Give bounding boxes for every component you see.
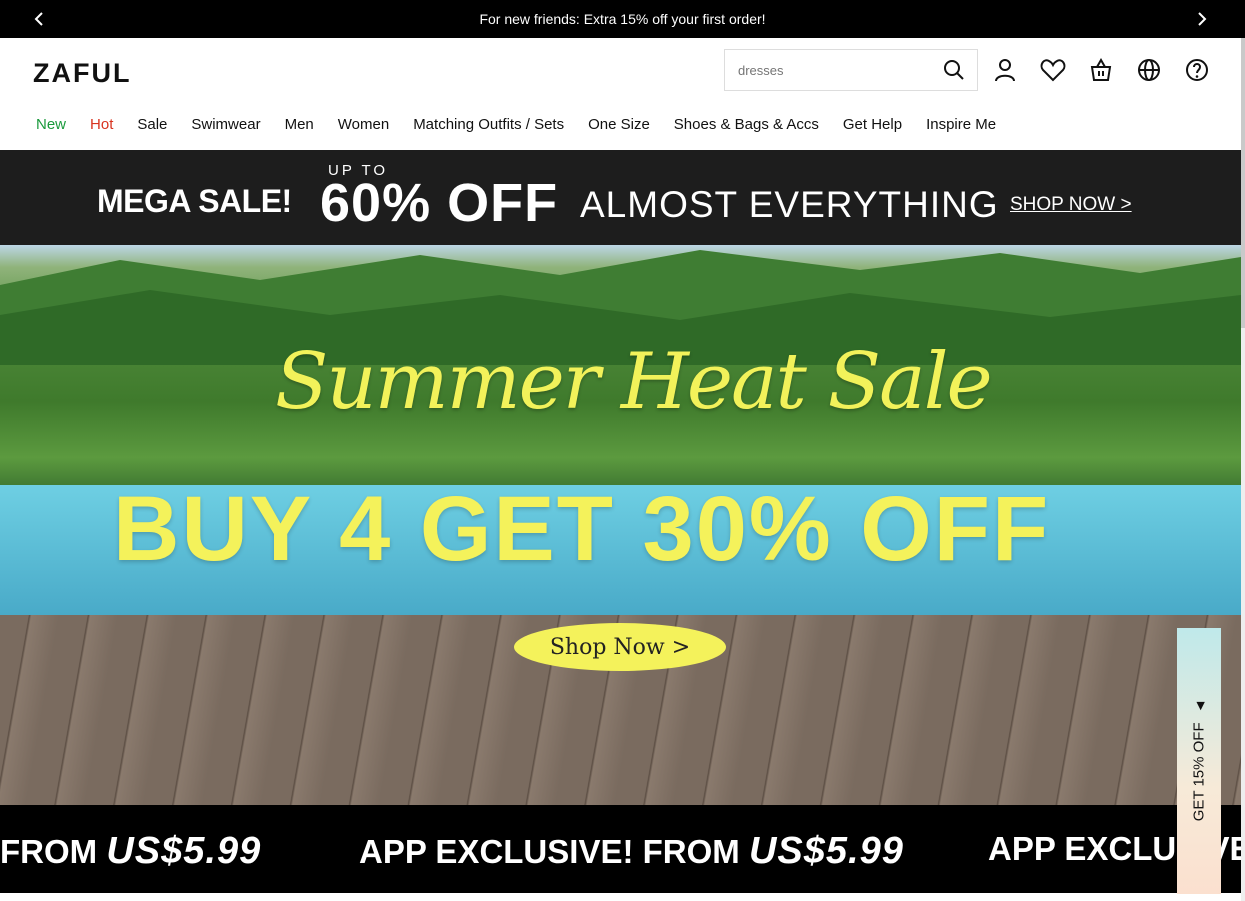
triangle-right-icon: ◀ <box>1194 701 1207 710</box>
site-header: ZAFUL New Hot Sale Swimwear Men Women Ma… <box>0 38 1245 150</box>
help-icon[interactable] <box>1181 57 1213 83</box>
ticker-item: FROM US$5.99 <box>0 830 261 873</box>
heart-icon[interactable] <box>1037 57 1069 83</box>
globe-icon[interactable] <box>1133 57 1165 83</box>
nav-item-matching-outfits[interactable]: Matching Outfits / Sets <box>413 116 564 133</box>
nav-item-one-size[interactable]: One Size <box>588 116 650 133</box>
hero-script-title: Summer Heat Sale <box>275 337 993 427</box>
announcement-text[interactable]: For new friends: Extra 15% off your firs… <box>479 11 765 27</box>
logo[interactable]: ZAFUL <box>33 58 131 89</box>
nav-item-swimwear[interactable]: Swimwear <box>191 116 260 133</box>
main-nav: New Hot Sale Swimwear Men Women Matching… <box>36 116 1020 133</box>
nav-item-men[interactable]: Men <box>285 116 314 133</box>
hero-offer-text: BUY 4 GET 30% OFF <box>113 478 1051 580</box>
ticker-lead: APP EXCLUSIVE! FROM <box>359 833 740 870</box>
nav-item-get-help[interactable]: Get Help <box>843 116 902 133</box>
nav-item-new[interactable]: New <box>36 116 66 133</box>
ticker-lead: FROM <box>0 833 98 870</box>
page-scrollbar[interactable] <box>1241 38 1245 901</box>
bag-icon[interactable] <box>1085 57 1117 83</box>
scrollbar-thumb[interactable] <box>1241 38 1245 328</box>
nav-item-sale[interactable]: Sale <box>137 116 167 133</box>
mega-sale-percent: 60% OFF <box>320 173 559 233</box>
side-tab-label: GET 15% OFF ◀ <box>1190 701 1208 821</box>
ticker-price: US$5.99 <box>748 830 904 872</box>
hero-banner[interactable]: Summer Heat Sale BUY 4 GET 30% OFF Shop … <box>0 245 1241 805</box>
ticker-price: US$5.99 <box>106 830 262 872</box>
search-icon[interactable] <box>931 50 977 90</box>
user-icon[interactable] <box>989 57 1021 83</box>
header-icons <box>989 57 1229 83</box>
announcement-bar: For new friends: Extra 15% off your firs… <box>0 0 1245 38</box>
mega-sale-tagline: ALMOST EVERYTHING <box>580 184 999 225</box>
nav-item-hot[interactable]: Hot <box>90 116 113 133</box>
nav-item-inspire-me[interactable]: Inspire Me <box>926 116 996 133</box>
nav-item-shoes-bags-accs[interactable]: Shoes & Bags & Accs <box>674 116 819 133</box>
hero-shop-now-button[interactable]: Shop Now > <box>514 623 726 671</box>
mega-sale-shop-now-link[interactable]: SHOP NOW > <box>1010 194 1132 216</box>
mega-sale-banner[interactable]: MEGA SALE! UP TO 60% OFF ALMOST EVERYTHI… <box>0 150 1241 245</box>
chevron-left-icon[interactable] <box>29 9 49 29</box>
mega-sale-headline: MEGA SALE! <box>97 183 292 219</box>
nav-item-women[interactable]: Women <box>338 116 389 133</box>
get-15-off-side-tab[interactable]: GET 15% OFF ◀ <box>1177 628 1221 894</box>
chevron-right-icon[interactable] <box>1192 9 1212 29</box>
search-input[interactable] <box>725 50 931 90</box>
search-box <box>724 49 978 91</box>
promo-ticker[interactable]: FROM US$5.99 APP EXCLUSIVE! FROM US$5.99… <box>0 805 1241 893</box>
ticker-item: APP EXCLUSIVE! FROM US$5.99 <box>359 830 904 873</box>
